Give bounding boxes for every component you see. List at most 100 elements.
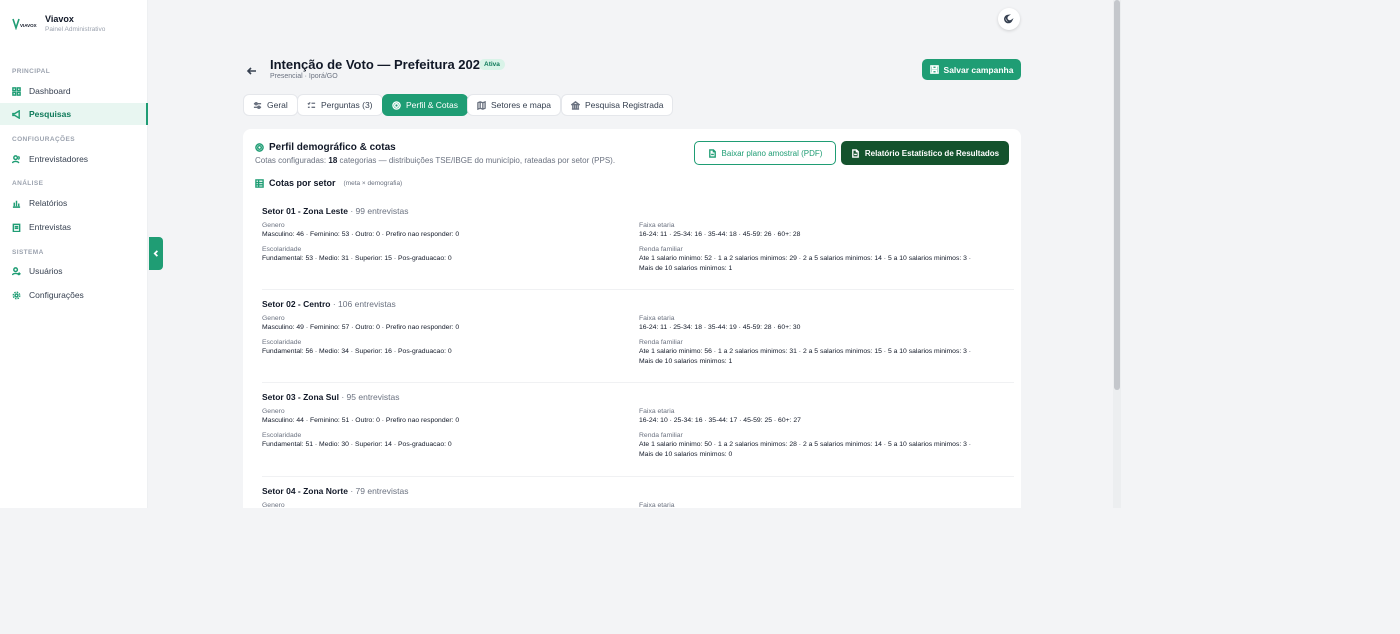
section-principal: PRINCIPAL [12, 68, 51, 75]
sidebar-item-pesquisas[interactable]: Pesquisas [0, 103, 148, 125]
sector-title: Setor 04 - Zona Norte · 79 entrevistas [262, 486, 409, 496]
tab-perguntas[interactable]: Perguntas (3) [297, 94, 383, 116]
education-label: Escolaridade [262, 339, 302, 346]
section-analise: ANÁLISE [12, 180, 44, 187]
sidebar-item-entrevistas[interactable]: Entrevistas [0, 216, 148, 238]
income-values: Ate 1 salario minimo: 52 · 1 a 2 salario… [639, 255, 972, 262]
education-label: Escolaridade [262, 432, 302, 439]
scrollbar-thumb[interactable] [1114, 0, 1120, 390]
sidebar-item-label: Pesquisas [29, 109, 72, 119]
education-values: Fundamental: 51 · Medio: 30 · Superior: … [262, 441, 452, 448]
tab-perfil-cotas[interactable]: Perfil & Cotas [382, 94, 468, 116]
grid-icon [12, 86, 21, 96]
age-values: 16-24: 10 · 25-34: 16 · 35-44: 17 · 45-5… [639, 417, 801, 424]
age-label: Faixa etaria [639, 502, 675, 508]
app-window: VIAVOX Viavox Painel Administrativo PRIN… [0, 0, 1400, 508]
save-icon [929, 65, 939, 74]
income-label: Renda familiar [639, 432, 683, 439]
sector-title: Setor 02 - Centro · 106 entrevistas [262, 299, 396, 309]
sidebar-item-label: Entrevistas [29, 222, 72, 232]
clipboard-icon [12, 223, 21, 232]
map-icon [477, 100, 486, 110]
tab-geral[interactable]: Geral [243, 94, 298, 116]
table-icon [255, 178, 264, 188]
users-icon [12, 154, 20, 163]
sidebar-item-usuarios[interactable]: Usuários [0, 260, 148, 282]
sidebar-item-entrevistadores[interactable]: Entrevistadores [0, 148, 148, 170]
income-label: Renda familiar [639, 246, 683, 253]
sector-block: Setor 04 - Zona Norte · 79 entrevistas G… [262, 476, 1014, 508]
education-label: Escolaridade [262, 246, 302, 253]
file-icon [708, 148, 716, 158]
sidebar-item-label: Relatórios [29, 198, 68, 208]
file-icon [851, 148, 859, 158]
statistical-report-button[interactable]: Relatório Estatístico de Resultados [841, 141, 1009, 165]
building-icon [571, 100, 580, 110]
sidebar-item-label: Entrevistadores [29, 154, 89, 164]
sidebar-item-label: Configurações [29, 290, 84, 300]
sidebar-item-dashboard[interactable]: Dashboard [0, 80, 148, 102]
target-icon [392, 100, 401, 110]
education-values: Fundamental: 53 · Medio: 31 · Superior: … [262, 255, 452, 262]
profile-card: Perfil demográfico & cotas Cotas configu… [243, 129, 1021, 508]
sliders-icon [253, 101, 262, 109]
sidebar-item-relatorios[interactable]: Relatórios [0, 192, 148, 214]
theme-toggle-button[interactable] [998, 8, 1020, 30]
list-icon [307, 101, 316, 108]
gender-values: Masculino: 49 · Feminino: 57 · Outro: 0 … [262, 324, 460, 331]
tab-setores-mapa[interactable]: Setores e mapa [467, 94, 562, 116]
age-values: 16-24: 11 · 25-34: 16 · 35-44: 18 · 45-5… [639, 231, 801, 238]
svg-text:VIAVOX: VIAVOX [20, 23, 37, 28]
divider [262, 289, 1014, 290]
sidebar-item-label: Dashboard [29, 86, 71, 96]
download-pdf-button[interactable]: Baixar plano amostral (PDF) [694, 141, 836, 165]
income-label: Renda familiar [639, 339, 683, 346]
chevron-left-icon [153, 250, 158, 257]
sector-title: Setor 01 - Zona Leste · 99 entrevistas [262, 206, 409, 216]
tab-pesquisa-registrada[interactable]: Pesquisa Registrada [561, 94, 674, 116]
income-values-cont: Mais de 10 salarios minimos: 0 [639, 451, 733, 458]
gender-label: Genero [262, 408, 285, 415]
section-configuracoes: CONFIGURAÇÕES [12, 136, 75, 143]
sector-title: Setor 03 - Zona Sul · 95 entrevistas [262, 392, 400, 402]
moon-icon [1004, 14, 1014, 24]
income-values: Ate 1 salario minimo: 50 · 1 a 2 salario… [639, 441, 972, 448]
divider [262, 382, 1014, 383]
age-values: 16-24: 11 · 25-34: 18 · 35-44: 19 · 45-5… [639, 324, 801, 331]
back-button[interactable] [246, 64, 258, 76]
user-plus-icon [12, 266, 21, 275]
save-campaign-button[interactable]: Salvar campanha [922, 59, 1021, 80]
page-title: Intenção de Voto — Prefeitura 2028 [270, 57, 488, 72]
gender-label: Genero [262, 222, 285, 229]
brand[interactable]: VIAVOX Viavox Painel Administrativo [12, 14, 105, 34]
sector-block: Setor 03 - Zona Sul · 95 entrevistas Gen… [262, 382, 1014, 458]
sidebar-item-label: Usuários [29, 266, 63, 276]
target-icon [255, 143, 264, 152]
gear-icon [12, 291, 21, 299]
gender-values: Masculino: 46 · Feminino: 53 · Outro: 0 … [262, 231, 460, 238]
divider [262, 476, 1014, 477]
age-label: Faixa etaria [639, 315, 675, 322]
bar-chart-icon [12, 200, 21, 208]
viavox-logo: VIAVOX [12, 15, 39, 33]
card-title: Perfil demográfico & cotas [255, 142, 396, 153]
brand-name: Viavox [45, 14, 74, 24]
gender-label: Genero [262, 502, 285, 508]
section-sistema: SISTEMA [12, 249, 44, 256]
sidebar-item-configuracoes[interactable]: Configurações [0, 284, 148, 306]
sector-block: Setor 01 - Zona Leste · 99 entrevistas G… [262, 206, 1002, 272]
education-values: Fundamental: 56 · Medio: 34 · Superior: … [262, 348, 452, 355]
page-subtitle: Presencial · Iporá/GO [270, 73, 338, 80]
age-label: Faixa etaria [639, 222, 675, 229]
gender-values: Masculino: 44 · Feminino: 51 · Outro: 0 … [262, 417, 460, 424]
income-values-cont: Mais de 10 salarios minimos: 1 [639, 265, 733, 272]
megaphone-icon [12, 109, 20, 119]
sector-block: Setor 02 - Centro · 106 entrevistas Gene… [262, 289, 1014, 365]
age-label: Faixa etaria [639, 408, 675, 415]
quotas-section-title: Cotas por setor (meta × demografia) [255, 178, 402, 188]
sidebar-collapse-button[interactable] [149, 237, 163, 270]
gender-label: Genero [262, 315, 285, 322]
income-values: Ate 1 salario minimo: 56 · 1 a 2 salario… [639, 348, 972, 355]
status-badge: Ativa [479, 59, 505, 70]
income-values-cont: Mais de 10 salarios minimos: 1 [639, 358, 733, 365]
